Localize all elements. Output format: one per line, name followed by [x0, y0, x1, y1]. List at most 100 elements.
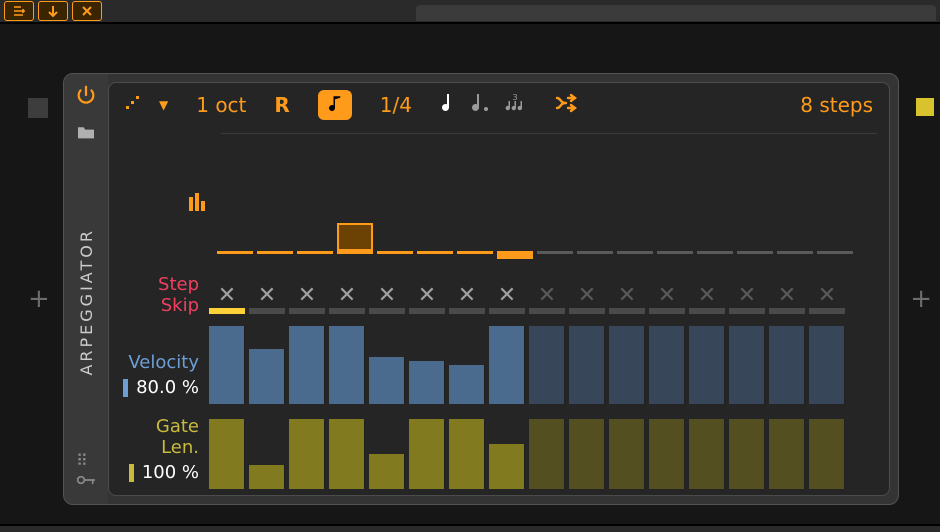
- retrigger-label[interactable]: R: [274, 93, 289, 117]
- preset-folder-icon[interactable]: [76, 124, 96, 145]
- pitch-step[interactable]: [337, 223, 373, 251]
- gate-step[interactable]: [489, 444, 525, 490]
- device-key-icon[interactable]: [76, 471, 96, 492]
- gate-step[interactable]: [649, 419, 685, 489]
- skip-step[interactable]: ✕: [569, 286, 605, 314]
- skip-step[interactable]: ✕: [289, 286, 325, 314]
- velocity-step[interactable]: [609, 326, 645, 404]
- timing-triplet-icon[interactable]: 3: [504, 92, 526, 119]
- velocity-step[interactable]: [729, 326, 765, 404]
- skip-step[interactable]: ✕: [809, 286, 845, 314]
- skip-step[interactable]: ✕: [649, 286, 685, 314]
- pitch-step[interactable]: [657, 251, 693, 254]
- skip-indicator: [649, 308, 685, 314]
- velocity-step[interactable]: [369, 357, 405, 404]
- pitch-lane[interactable]: [217, 139, 877, 264]
- add-device-right[interactable]: +: [910, 284, 932, 314]
- rate-value[interactable]: 1/4: [380, 93, 412, 117]
- velocity-step[interactable]: [569, 326, 605, 404]
- velocity-value[interactable]: 80.0 %: [136, 377, 199, 398]
- gate-step[interactable]: [609, 419, 645, 489]
- skip-x-icon: ✕: [698, 286, 716, 306]
- gate-step[interactable]: [529, 419, 565, 489]
- gate-label: Gate Len.: [121, 416, 199, 458]
- gate-step[interactable]: [329, 419, 365, 489]
- skip-x-icon: ✕: [378, 286, 396, 306]
- pitch-step[interactable]: [817, 251, 853, 254]
- gate-step[interactable]: [729, 419, 765, 489]
- gate-step[interactable]: [249, 465, 285, 490]
- skip-step[interactable]: ✕: [689, 286, 725, 314]
- pitch-step[interactable]: [737, 251, 773, 254]
- shuffle-icon[interactable]: [554, 93, 578, 118]
- skip-step[interactable]: ✕: [609, 286, 645, 314]
- note-mode-button[interactable]: [318, 90, 352, 120]
- skip-step[interactable]: ✕: [249, 286, 285, 314]
- gate-lane[interactable]: [209, 416, 877, 489]
- pitch-step[interactable]: [257, 251, 293, 254]
- velocity-lane[interactable]: [209, 326, 877, 404]
- gate-value[interactable]: 100 %: [142, 462, 199, 483]
- add-device-left[interactable]: +: [28, 284, 50, 314]
- pitch-step[interactable]: [777, 251, 813, 254]
- velocity-step[interactable]: [409, 361, 445, 404]
- velocity-step[interactable]: [289, 326, 325, 404]
- octave-value[interactable]: 1 oct: [196, 93, 246, 117]
- skip-x-icon: ✕: [578, 286, 596, 306]
- skip-step[interactable]: ✕: [369, 286, 405, 314]
- timing-mode[interactable]: 3: [440, 92, 526, 119]
- timing-dotted-icon[interactable]: [470, 92, 490, 119]
- device-rail: ARPEGGIATOR ⠿: [64, 74, 108, 504]
- power-icon[interactable]: [75, 84, 97, 112]
- pitch-step[interactable]: [377, 251, 413, 254]
- gate-step[interactable]: [809, 419, 845, 489]
- pitch-step[interactable]: [297, 251, 333, 254]
- gate-step[interactable]: [369, 454, 405, 489]
- velocity-step[interactable]: [769, 326, 805, 404]
- velocity-step[interactable]: [689, 326, 725, 404]
- pitch-step[interactable]: [617, 251, 653, 254]
- skip-step[interactable]: ✕: [529, 286, 565, 314]
- gate-step[interactable]: [769, 419, 805, 489]
- pitch-step[interactable]: [417, 251, 453, 254]
- gate-step[interactable]: [689, 419, 725, 489]
- gate-step[interactable]: [449, 419, 485, 489]
- velocity-step[interactable]: [449, 365, 485, 404]
- steps-value[interactable]: 8 steps: [800, 93, 873, 117]
- skip-step[interactable]: ✕: [769, 286, 805, 314]
- velocity-step[interactable]: [489, 326, 525, 404]
- pitch-step[interactable]: [457, 251, 493, 254]
- pitch-step[interactable]: [577, 251, 613, 254]
- pitch-step[interactable]: [537, 251, 573, 254]
- gate-step[interactable]: [569, 419, 605, 489]
- gate-step[interactable]: [209, 419, 245, 489]
- arrow-down-icon: [46, 4, 60, 18]
- step-skip-lane[interactable]: ✕✕✕✕✕✕✕✕✕✕✕✕✕✕✕✕: [209, 276, 877, 314]
- skip-step[interactable]: ✕: [329, 286, 365, 314]
- skip-indicator: [329, 308, 365, 314]
- pitch-step[interactable]: [697, 251, 733, 254]
- velocity-step[interactable]: [209, 326, 245, 404]
- skip-step[interactable]: ✕: [729, 286, 765, 314]
- gate-step[interactable]: [409, 419, 445, 489]
- velocity-step[interactable]: [649, 326, 685, 404]
- device-body: ▼ 1 oct R 1/4: [108, 82, 890, 496]
- timing-straight-icon[interactable]: [440, 92, 456, 119]
- pitch-step[interactable]: [217, 251, 253, 254]
- pitch-step[interactable]: [497, 251, 533, 259]
- velocity-step[interactable]: [249, 349, 285, 404]
- skip-step[interactable]: ✕: [489, 286, 525, 314]
- toolbar-btn-down[interactable]: [38, 1, 68, 21]
- device-dots-icon[interactable]: ⠿: [76, 459, 96, 463]
- skip-step[interactable]: ✕: [449, 286, 485, 314]
- skip-step[interactable]: ✕: [209, 286, 245, 314]
- pattern-picker[interactable]: ▼: [125, 95, 168, 115]
- velocity-step[interactable]: [529, 326, 565, 404]
- gate-step[interactable]: [289, 419, 325, 489]
- device-title: ARPEGGIATOR: [77, 228, 96, 376]
- skip-step[interactable]: ✕: [409, 286, 445, 314]
- toolbar-btn-close[interactable]: [72, 1, 102, 21]
- velocity-step[interactable]: [329, 326, 365, 404]
- velocity-step[interactable]: [809, 326, 845, 404]
- toolbar-btn-list[interactable]: [4, 1, 34, 21]
